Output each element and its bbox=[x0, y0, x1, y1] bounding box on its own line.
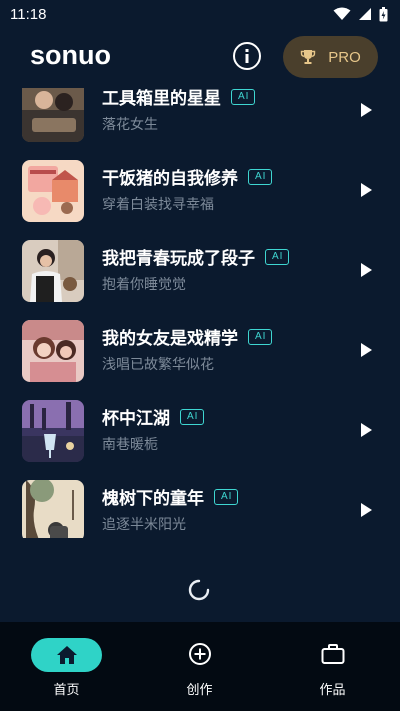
bottom-nav: 首页 创作 作品 bbox=[0, 622, 400, 711]
play-icon[interactable] bbox=[358, 182, 374, 198]
song-title: 杯中江湖 bbox=[102, 409, 170, 429]
briefcase-icon bbox=[321, 644, 344, 664]
song-title: 我的女友是戏精学 bbox=[102, 329, 238, 349]
song-item[interactable]: 干饭猪的自我修养 AI 穿着白装找寻幸福 bbox=[0, 150, 400, 230]
status-time: 11:18 bbox=[10, 5, 47, 23]
song-item[interactable]: 杯中江湖 AI 南巷暖栀 bbox=[0, 390, 400, 470]
song-subtitle: 抱着你睡觉觉 bbox=[102, 277, 186, 293]
status-bar: 11:18 bbox=[0, 0, 400, 28]
song-cover bbox=[22, 160, 84, 222]
song-subtitle: 穿着白装找寻幸福 bbox=[102, 197, 214, 213]
song-title: 我把青春玩成了段子 bbox=[102, 249, 255, 269]
tab-works[interactable]: 作品 bbox=[266, 622, 399, 711]
song-subtitle: 落花女生 bbox=[102, 117, 158, 133]
tab-create[interactable]: 创作 bbox=[133, 622, 266, 711]
pro-label: PRO bbox=[328, 48, 361, 66]
tab-create-label: 创作 bbox=[186, 683, 213, 698]
ai-badge: AI bbox=[231, 88, 256, 105]
ai-badge: AI bbox=[248, 328, 273, 345]
app-title: sonuo bbox=[30, 40, 111, 70]
song-item[interactable]: 我把青春玩成了段子 AI 抱着你睡觉觉 bbox=[0, 230, 400, 310]
tab-works-label: 作品 bbox=[319, 683, 346, 698]
wifi-icon bbox=[333, 7, 351, 20]
battery-icon bbox=[379, 6, 388, 21]
ai-badge: AI bbox=[248, 168, 273, 185]
loading-spinner-icon bbox=[188, 579, 210, 601]
song-title: 工具箱里的星星 bbox=[102, 89, 221, 109]
ai-badge: AI bbox=[214, 488, 239, 505]
song-item[interactable]: 工具箱里的星星 AI 落花女生 bbox=[0, 88, 400, 150]
play-icon[interactable] bbox=[358, 342, 374, 358]
song-subtitle: 浅唱已故繁华似花 bbox=[102, 357, 214, 373]
tab-home-label: 首页 bbox=[53, 683, 80, 698]
info-icon bbox=[245, 49, 249, 63]
plus-circle-icon bbox=[188, 643, 211, 665]
app-header: sonuo PRO bbox=[0, 30, 400, 86]
ai-badge: AI bbox=[180, 408, 205, 425]
tab-home[interactable]: 首页 bbox=[0, 622, 133, 711]
song-title: 干饭猪的自我修养 bbox=[102, 169, 238, 189]
song-cover bbox=[22, 240, 84, 302]
song-item[interactable]: 我的女友是戏精学 AI 浅唱已故繁华似花 bbox=[0, 310, 400, 390]
song-list[interactable]: 工具箱里的星星 AI 落花女生 干饭猪的自我修养 AI 穿着白装找寻幸福 我把青… bbox=[0, 88, 400, 538]
home-icon bbox=[56, 646, 77, 664]
info-button[interactable] bbox=[233, 42, 261, 70]
song-subtitle: 南巷暖栀 bbox=[102, 437, 158, 453]
ai-badge: AI bbox=[265, 248, 290, 265]
tab-home-active-pill[interactable] bbox=[31, 638, 102, 672]
song-item[interactable]: 槐树下的童年 AI 追逐半米阳光 bbox=[0, 470, 400, 538]
song-title: 槐树下的童年 bbox=[102, 489, 204, 509]
song-cover bbox=[22, 320, 84, 382]
play-icon[interactable] bbox=[358, 262, 374, 278]
song-subtitle: 追逐半米阳光 bbox=[102, 517, 186, 533]
signal-icon bbox=[359, 8, 371, 20]
song-cover bbox=[22, 480, 84, 538]
song-cover bbox=[22, 400, 84, 462]
play-icon[interactable] bbox=[358, 502, 374, 518]
play-icon[interactable] bbox=[358, 422, 374, 438]
pro-button[interactable]: PRO bbox=[283, 36, 378, 78]
play-icon[interactable] bbox=[358, 102, 374, 118]
trophy-icon bbox=[301, 50, 316, 64]
song-cover bbox=[22, 88, 84, 142]
